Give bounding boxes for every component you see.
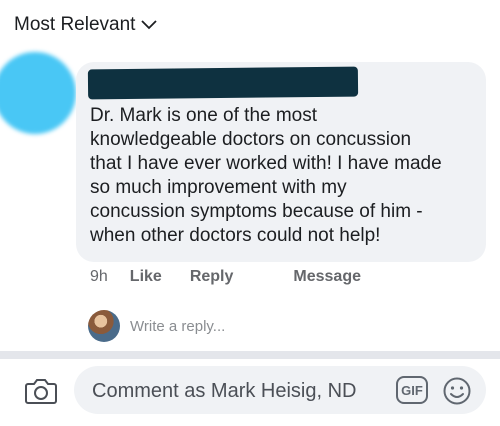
avatar: [88, 310, 120, 342]
commenter-name-redacted[interactable]: [87, 66, 359, 100]
gif-button[interactable]: GIF: [396, 376, 428, 404]
sort-label: Most Relevant: [14, 14, 136, 35]
emoji-icon[interactable]: [442, 376, 472, 406]
message-button[interactable]: Message: [293, 268, 361, 286]
divider: [0, 351, 500, 359]
comment-text: Dr. Mark is one of the most knowledgeabl…: [90, 105, 442, 246]
gif-label: GIF: [401, 382, 423, 398]
chevron-down-icon: [141, 20, 158, 30]
like-button[interactable]: Like: [130, 268, 162, 286]
comment-timestamp[interactable]: 9h: [90, 268, 108, 286]
sort-dropdown[interactable]: Most Relevant: [14, 14, 158, 36]
commenter-avatar-redacted[interactable]: [0, 52, 76, 134]
reply-button[interactable]: Reply: [190, 268, 234, 286]
camera-icon[interactable]: [24, 377, 58, 405]
reply-input[interactable]: Write a reply...: [130, 318, 225, 335]
comment-actions: 9h Like Reply Message: [90, 268, 361, 286]
comment-input[interactable]: Comment as Mark Heisig, ND: [92, 380, 357, 403]
reply-row: Write a reply...: [88, 310, 225, 342]
